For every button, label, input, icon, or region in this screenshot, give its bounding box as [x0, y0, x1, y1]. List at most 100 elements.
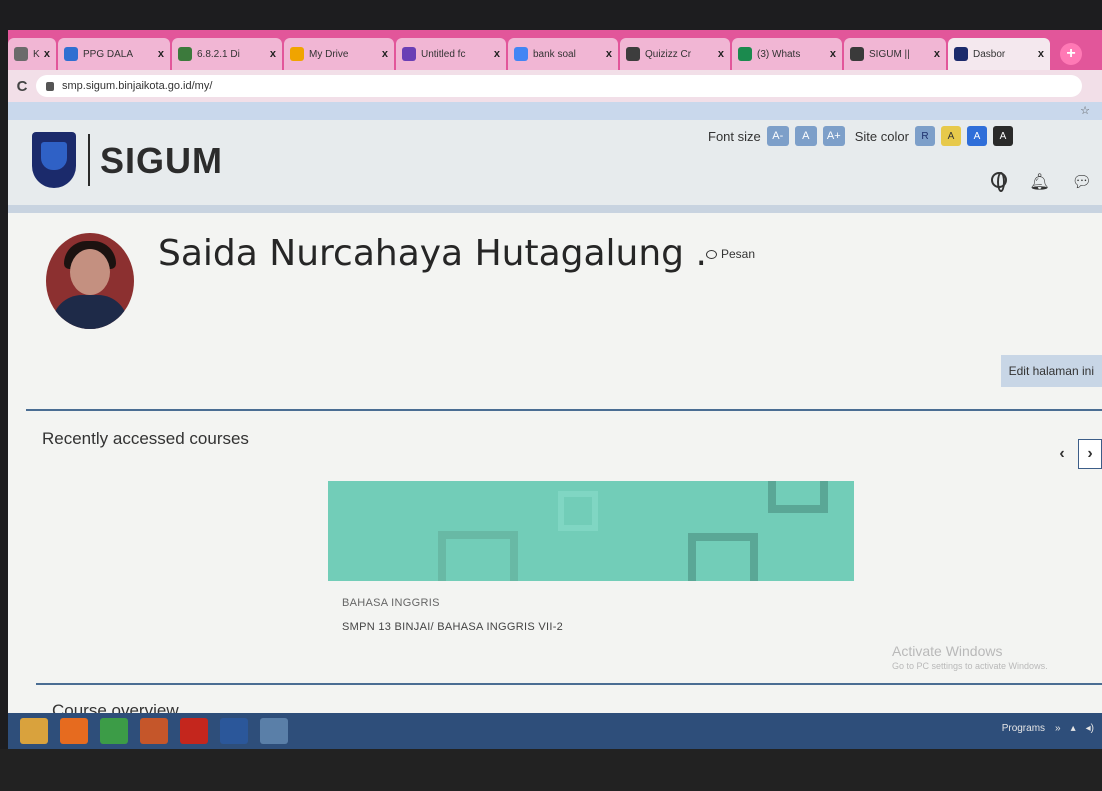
tab-label: KB E	[33, 48, 40, 60]
volume-icon[interactable]: ◂)	[1086, 723, 1094, 734]
slides-icon	[178, 47, 192, 61]
site-color-button[interactable]: A	[966, 126, 987, 146]
site-header: SIGUM Font size A- A A+ Site color RAAA …	[8, 120, 1102, 205]
close-tab-icon[interactable]: x	[934, 48, 940, 60]
site-color-button[interactable]: A	[992, 126, 1013, 146]
bookmark-bar: ☆	[8, 102, 1102, 120]
site-color-button[interactable]: R	[914, 126, 935, 146]
site-color-label: Site color	[854, 128, 909, 144]
globe-icon	[64, 47, 78, 61]
browser-tab-strip: KB ExPPG DALAx6.8.2.1 DixMy DrivexUntitl…	[8, 30, 1102, 70]
new-tab-button[interactable]: +	[1060, 43, 1082, 65]
tab-label: PPG DALA	[83, 48, 134, 60]
monitor-bezel	[0, 749, 1102, 791]
header-divider	[8, 205, 1102, 213]
browser-tab[interactable]: My Drive x	[284, 38, 394, 70]
course-category: BAHASA INGGRIS	[342, 597, 440, 609]
activation-watermark: Activate Windows Go to PC settings to ac…	[892, 643, 1102, 671]
font-increase-button[interactable]: A+	[822, 126, 845, 146]
tab-label: Untitled fc	[421, 48, 466, 60]
windows-taskbar: Programs » ▴ ◂)	[8, 713, 1102, 749]
accessibility-toolbar: Font size A- A A+ Site color RAAA	[708, 126, 1013, 146]
tab-label: (3) Whats	[757, 48, 801, 60]
quizizz-icon	[626, 47, 640, 61]
logo-icon[interactable]	[32, 132, 76, 188]
url-bar[interactable]: smp.sigum.binjaikota.go.id/my/	[36, 75, 1082, 97]
browser-tab[interactable]: 6.8.2.1 Di x	[172, 38, 282, 70]
browser-tab[interactable]: PPG DALA x	[58, 38, 170, 70]
site-color-button[interactable]: A	[940, 126, 961, 146]
url-text: smp.sigum.binjaikota.go.id/my/	[62, 80, 213, 92]
close-tab-icon[interactable]: x	[270, 48, 276, 60]
font-size-label: Font size	[708, 128, 761, 144]
logo-divider	[88, 134, 90, 186]
word-icon[interactable]	[220, 718, 248, 744]
browser-tab[interactable]: Quizizz Cr x	[620, 38, 730, 70]
site-brand[interactable]: SIGUM	[100, 140, 223, 182]
close-tab-icon[interactable]: x	[1038, 48, 1044, 60]
close-tab-icon[interactable]: x	[494, 48, 500, 60]
tab-label: SIGUM ||	[869, 48, 910, 60]
close-tab-icon[interactable]: x	[158, 48, 164, 60]
tab-label: 6.8.2.1 Di	[197, 48, 240, 60]
whatsapp-icon	[738, 47, 752, 61]
font-decrease-button[interactable]: A-	[766, 126, 789, 146]
tray-expand-icon[interactable]: »	[1055, 723, 1061, 734]
course-name-link[interactable]: SMPN 13 BINJAI/ BAHASA INGGRIS VII-2	[342, 621, 563, 633]
system-tray: Programs » ▴ ◂)	[1002, 723, 1094, 734]
outlook-icon[interactable]	[140, 718, 168, 744]
close-tab-icon[interactable]: x	[382, 48, 388, 60]
close-tab-icon[interactable]: x	[718, 48, 724, 60]
avatar[interactable]	[46, 233, 134, 329]
font-reset-button[interactable]: A	[794, 126, 817, 146]
course-card-image[interactable]	[328, 481, 854, 581]
firefox-icon[interactable]	[60, 718, 88, 744]
programs-label[interactable]: Programs	[1002, 723, 1045, 734]
prev-button[interactable]: ‹	[1050, 439, 1074, 469]
language-icon[interactable]	[991, 172, 1008, 192]
tab-label: My Drive	[309, 48, 349, 60]
section-divider	[36, 683, 1102, 685]
reload-icon[interactable]: C	[8, 78, 36, 95]
star-icon[interactable]: ☆	[1080, 104, 1090, 117]
next-button[interactable]: ›	[1078, 439, 1102, 469]
tab-label: bank soal	[533, 48, 576, 60]
tab-label: Dasbor	[973, 48, 1006, 60]
address-bar-row: C smp.sigum.binjaikota.go.id/my/	[8, 70, 1102, 102]
browser-tab[interactable]: Untitled fc x	[396, 38, 506, 70]
edit-page-button[interactable]: Edit halaman ini	[1000, 355, 1102, 387]
message-link[interactable]: Pesan	[706, 247, 755, 261]
globe-icon	[850, 47, 864, 61]
carousel-nav: ‹ ›	[1050, 439, 1102, 469]
form-icon	[402, 47, 416, 61]
tab-label: Quizizz Cr	[645, 48, 692, 60]
messages-icon[interactable]: 💬︎	[1072, 172, 1092, 192]
header-icons: 🔔︎ 💬︎	[991, 172, 1092, 192]
close-tab-icon[interactable]: x	[44, 48, 50, 60]
chrome-icon[interactable]	[100, 718, 128, 744]
close-tab-icon[interactable]: x	[830, 48, 836, 60]
notification-bell-icon[interactable]: 🔔︎	[1029, 172, 1049, 192]
doc-icon	[14, 47, 28, 61]
browser-tab[interactable]: KB E x	[8, 38, 56, 70]
user-fullname: Saida Nurcahaya Hutagalung .	[158, 233, 707, 274]
browser-tab[interactable]: (3) Whats x	[732, 38, 842, 70]
browser-tab[interactable]: bank soal x	[508, 38, 618, 70]
file-explorer-icon[interactable]	[20, 718, 48, 744]
section-divider	[26, 409, 1102, 411]
browser-tab[interactable]: Dasbor x	[948, 38, 1050, 70]
app-icon[interactable]	[260, 718, 288, 744]
browser-tab[interactable]: SIGUM || x	[844, 38, 946, 70]
network-icon[interactable]: ▴	[1071, 723, 1076, 734]
recent-courses-title: Recently accessed courses	[42, 429, 249, 448]
dashboard-main: Saida Nurcahaya Hutagalung . Pesan Edit …	[8, 213, 1102, 720]
message-icon	[706, 249, 717, 259]
close-tab-icon[interactable]: x	[606, 48, 612, 60]
lock-icon	[46, 81, 54, 91]
watermark-line1: Activate Windows	[892, 643, 1003, 659]
acrobat-icon[interactable]	[180, 718, 208, 744]
watermark-line2: Go to PC settings to activate Windows.	[892, 661, 1048, 671]
drive-icon	[290, 47, 304, 61]
google-icon	[514, 47, 528, 61]
shield-icon	[954, 47, 968, 61]
